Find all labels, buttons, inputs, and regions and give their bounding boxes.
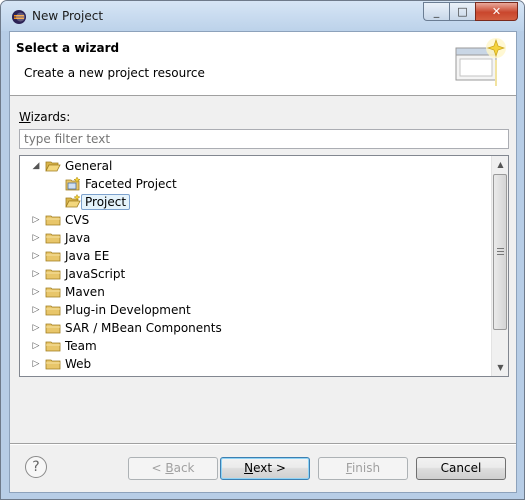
tree-item[interactable]: Project — [20, 193, 491, 211]
scroll-thumb[interactable] — [493, 174, 507, 330]
wizards-label-accel: W — [19, 110, 31, 124]
tree-item-label: Plug-in Development — [65, 303, 191, 317]
eclipse-icon — [12, 10, 26, 24]
project-icon — [65, 193, 81, 210]
tree-item-label: Web — [65, 357, 92, 371]
tree-item[interactable]: ▷ Java — [20, 229, 491, 247]
back-prefix: < — [151, 461, 166, 475]
finish-rest: inish — [351, 461, 381, 475]
new-project-dialog: New Project _ □ ✕ Select a wizard Create… — [0, 0, 525, 500]
back-rest: ack — [173, 461, 195, 475]
collapse-arrow-icon[interactable]: ◢ — [30, 159, 42, 173]
expand-arrow-icon[interactable]: ▷ — [30, 357, 42, 371]
back-button[interactable]: < Back — [128, 457, 218, 480]
folder-icon — [45, 338, 61, 354]
tree-item-label: CVS — [65, 213, 90, 227]
folder-open-icon — [45, 158, 61, 174]
tree-item[interactable]: ▷ Plug-in Development — [20, 301, 491, 319]
maximize-icon: □ — [457, 5, 468, 18]
tree-item[interactable]: ▷ JavaScript — [20, 265, 491, 283]
new-wizard-banner-icon — [455, 38, 506, 86]
folder-icon — [45, 248, 61, 264]
vertical-scrollbar[interactable]: ▲ ▼ — [491, 156, 508, 376]
close-icon: ✕ — [491, 5, 502, 18]
tree-item[interactable]: ▷ CVS — [20, 211, 491, 229]
next-button[interactable]: Next > — [220, 457, 310, 480]
expand-arrow-icon[interactable]: ▷ — [30, 285, 42, 299]
wizard-tree: ◢ General Faceted Project Project ▷ CVS ▷ Java ▷… — [19, 155, 509, 377]
tree-item[interactable]: ▷ SAR / MBean Components — [20, 319, 491, 337]
tree-item-label: JavaScript — [65, 267, 126, 281]
cancel-button[interactable]: Cancel — [416, 457, 506, 480]
tree-item-label: Java — [65, 231, 91, 245]
button-bar-divider — [10, 443, 516, 445]
folder-icon — [45, 320, 61, 336]
help-icon: ? — [32, 459, 40, 475]
scroll-up-icon[interactable]: ▲ — [492, 156, 508, 173]
tree-rows: ◢ General Faceted Project Project ▷ CVS ▷ Java ▷… — [20, 157, 491, 373]
window-title: New Project — [32, 9, 104, 23]
dialog-client-area: Select a wizard Create a new project res… — [9, 31, 517, 493]
expand-arrow-icon[interactable]: ▷ — [30, 321, 42, 335]
tree-item-label: Maven — [65, 285, 105, 299]
header-description: Create a new project resource — [24, 66, 205, 80]
minimize-icon: _ — [433, 5, 440, 18]
folder-icon — [45, 230, 61, 246]
folder-icon — [45, 266, 61, 282]
next-accel: N — [244, 461, 254, 475]
finish-button[interactable]: Finish — [318, 457, 408, 480]
scroll-down-icon[interactable]: ▼ — [492, 359, 508, 376]
close-button[interactable]: ✕ — [475, 2, 518, 21]
wizard-header: Select a wizard Create a new project res… — [10, 32, 516, 96]
filter-input[interactable] — [19, 129, 509, 149]
header-title: Select a wizard — [16, 41, 120, 55]
next-rest: ext > — [253, 461, 286, 475]
expand-arrow-icon[interactable]: ▷ — [30, 213, 42, 227]
tree-item[interactable]: Faceted Project — [20, 175, 491, 193]
expand-arrow-icon[interactable]: ▷ — [30, 267, 42, 281]
tree-item-label: General — [65, 159, 113, 173]
tree-item[interactable]: ◢ General — [20, 157, 491, 175]
expand-arrow-icon[interactable]: ▷ — [30, 231, 42, 245]
maximize-button[interactable]: □ — [449, 2, 475, 21]
wizards-label: Wizards: — [19, 110, 70, 124]
tree-item-label: SAR / MBean Components — [65, 321, 222, 335]
minimize-button[interactable]: _ — [423, 2, 449, 21]
tree-item-label: Project — [81, 194, 131, 210]
expand-arrow-icon[interactable]: ▷ — [30, 303, 42, 317]
tree-item-label: Team — [65, 339, 97, 353]
tree-item[interactable]: ▷ Team — [20, 337, 491, 355]
expand-arrow-icon[interactable]: ▷ — [30, 339, 42, 353]
window-controls: _ □ ✕ — [423, 2, 518, 22]
back-accel: B — [165, 461, 174, 475]
faceted-project-icon — [65, 176, 81, 192]
wizards-label-rest: izards: — [30, 110, 71, 124]
folder-icon — [45, 284, 61, 300]
expand-arrow-icon[interactable]: ▷ — [30, 249, 42, 263]
folder-icon — [45, 302, 61, 318]
title-bar[interactable]: New Project _ □ ✕ — [1, 1, 524, 31]
grip-icon — [497, 248, 504, 255]
folder-icon — [45, 212, 61, 228]
tree-item-label: Faceted Project — [85, 177, 177, 191]
tree-item[interactable]: ▷ Web — [20, 355, 491, 373]
help-button[interactable]: ? — [25, 456, 47, 478]
tree-item[interactable]: ▷ Java EE — [20, 247, 491, 265]
folder-icon — [45, 356, 61, 372]
tree-item[interactable]: ▷ Maven — [20, 283, 491, 301]
tree-item-label: Java EE — [65, 249, 110, 263]
